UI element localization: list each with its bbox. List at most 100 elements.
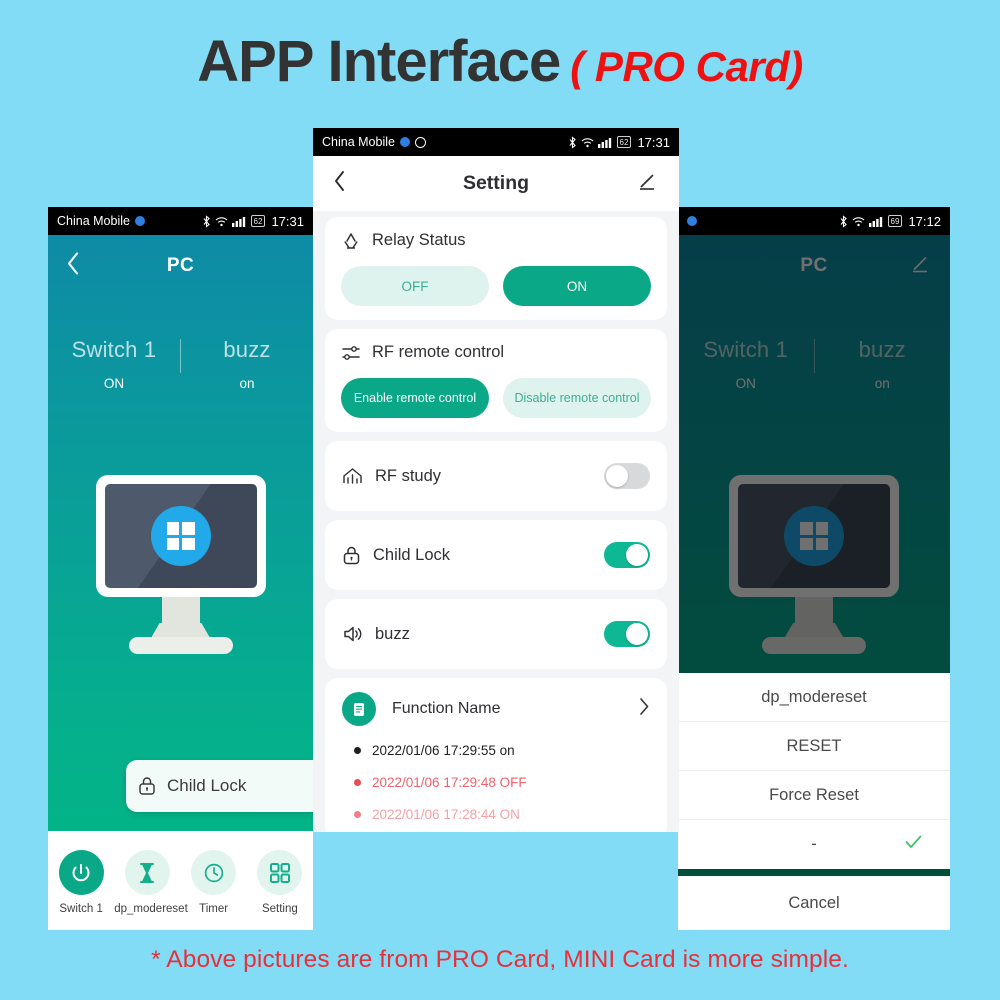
monitor-neck-flare (151, 623, 210, 637)
child-lock-toggle[interactable] (604, 542, 650, 568)
left-statusbar: China Mobile 62 17:31 (48, 207, 313, 235)
bluetooth-icon (202, 214, 211, 228)
monitor-icon (95, 475, 266, 597)
rf-remote-label: RF remote control (372, 343, 505, 361)
child-lock-card[interactable]: Child Lock (126, 760, 313, 812)
item-label: RESET (786, 736, 842, 755)
power-icon (58, 850, 104, 895)
left-device-screen: PC Switch 1 ON buzz on Child Lock Switch… (48, 235, 313, 930)
nav-label: dp_modereset (114, 903, 188, 915)
buzz-toggle[interactable] (604, 621, 650, 647)
hourglass-icon (124, 850, 170, 895)
clock-label: 17:31 (271, 213, 304, 229)
nav-label: Switch 1 (59, 903, 103, 915)
page-heading: Setting (462, 172, 530, 194)
whatsapp-icon (414, 136, 426, 148)
clock-label: 17:31 (637, 134, 670, 150)
battery-icon: 62 (250, 215, 266, 227)
battery-icon: 62 (616, 136, 632, 148)
rf-study-label: RF study (375, 466, 442, 485)
log-dot-icon (354, 811, 361, 818)
right-device-screen: 69 17:12 PC Switch 1 ON buzz on (678, 207, 950, 930)
device-title: PC (166, 255, 195, 276)
rf-study-row[interactable]: RF study (325, 441, 667, 511)
child-lock-label: Child Lock (167, 776, 247, 795)
log-entry: 2022/01/06 17:28:44 ON (342, 807, 650, 822)
setting-body: Relay Status OFF ON RF remote control En… (313, 211, 679, 832)
nav-item-switch1[interactable]: Switch 1 (48, 850, 114, 915)
pc-illustration (91, 475, 271, 654)
back-icon[interactable] (333, 170, 346, 197)
relay-status-card: Relay Status OFF ON (325, 217, 667, 320)
middle-statusbar: China Mobile 62 17:31 (313, 128, 679, 156)
nav-label: Setting (261, 903, 298, 915)
right-statusbar: 69 17:12 (678, 207, 950, 235)
wifi-icon (581, 137, 594, 148)
footer-note: * Above pictures are from PRO Card, MINI… (151, 946, 849, 973)
rf-study-toggle[interactable] (604, 463, 650, 489)
signal-icon (597, 137, 613, 148)
buzz-label: buzz (375, 624, 410, 643)
stat-name: Switch 1 (71, 337, 157, 362)
log-entry: 2022/01/06 17:29:55 on (342, 743, 650, 758)
function-log-card: Function Name 2022/01/06 17:29:55 on 202… (325, 678, 667, 832)
log-entry-text: 2022/01/06 17:29:48 OFF (372, 775, 527, 790)
stat-value: on (239, 376, 255, 391)
document-icon (342, 692, 376, 726)
monitor-neck (161, 597, 200, 623)
stat-value: ON (103, 376, 125, 391)
back-icon[interactable] (66, 252, 80, 281)
battery-icon: 69 (887, 215, 903, 227)
app-dot-icon (134, 216, 145, 226)
windows-orb-icon (150, 506, 211, 566)
child-lock-row[interactable]: Child Lock (325, 520, 667, 590)
edit-icon[interactable] (637, 171, 657, 196)
bluetooth-icon (568, 135, 577, 149)
lock-icon (342, 545, 361, 566)
nav-item-dp-modereset[interactable]: dp_modereset (114, 850, 188, 915)
action-sheet-cancel[interactable]: Cancel (678, 876, 950, 930)
log-dot-icon (354, 747, 361, 754)
log-dot-icon (354, 779, 361, 786)
clock-label: 17:12 (908, 213, 941, 229)
action-sheet-item-reset[interactable]: RESET (678, 722, 950, 771)
app-dot-icon (399, 137, 410, 147)
wifi-icon (852, 216, 865, 227)
disable-remote-button[interactable]: Disable remote control (503, 378, 651, 418)
recycle-icon (341, 232, 361, 250)
chevron-right-icon[interactable] (639, 697, 650, 721)
grid-icon (257, 850, 303, 895)
enable-remote-button[interactable]: Enable remote control (341, 378, 489, 418)
setting-header: Setting (313, 156, 679, 211)
action-sheet-title: dp_modereset (678, 673, 950, 722)
stat-switch1[interactable]: Switch 1 ON (48, 337, 180, 391)
nav-item-setting[interactable]: Setting (247, 850, 313, 915)
stat-buzz[interactable]: buzz on (181, 337, 313, 391)
log-entry-text: 2022/01/06 17:29:55 on (372, 743, 515, 758)
item-label: - (811, 835, 817, 853)
left-device-stats: Switch 1 ON buzz on (48, 337, 313, 391)
bottom-nav: Switch 1 dp_modereset Timer Setting (48, 831, 313, 930)
speaker-icon (342, 624, 363, 644)
right-phone: 69 17:12 PC Switch 1 ON buzz on (678, 207, 950, 930)
action-sheet-item-force-reset[interactable]: Force Reset (678, 771, 950, 820)
signal-icon (231, 216, 247, 227)
action-sheet: dp_modereset RESET Force Reset - Cancel (678, 673, 950, 930)
carrier-label: China Mobile (57, 214, 130, 228)
log-entry-text: 2022/01/06 17:28:44 ON (372, 807, 520, 822)
child-lock-label: Child Lock (373, 545, 451, 564)
left-device-topbar: PC (48, 235, 313, 297)
nav-item-timer[interactable]: Timer (181, 850, 247, 915)
relay-on-button[interactable]: ON (503, 266, 651, 306)
check-icon (905, 835, 922, 854)
action-sheet-item-dash[interactable]: - (678, 820, 950, 869)
monitor-base (128, 637, 233, 654)
chart-icon (342, 466, 363, 486)
title-sub: ( PRO Card) (570, 43, 803, 90)
buzz-row[interactable]: buzz (325, 599, 667, 669)
middle-phone: China Mobile 62 17:31 Setting Relay Stat… (313, 128, 679, 832)
function-name-label: Function Name (392, 700, 501, 717)
signal-icon (868, 216, 884, 227)
sliders-icon (341, 345, 361, 361)
relay-off-button[interactable]: OFF (341, 266, 489, 306)
